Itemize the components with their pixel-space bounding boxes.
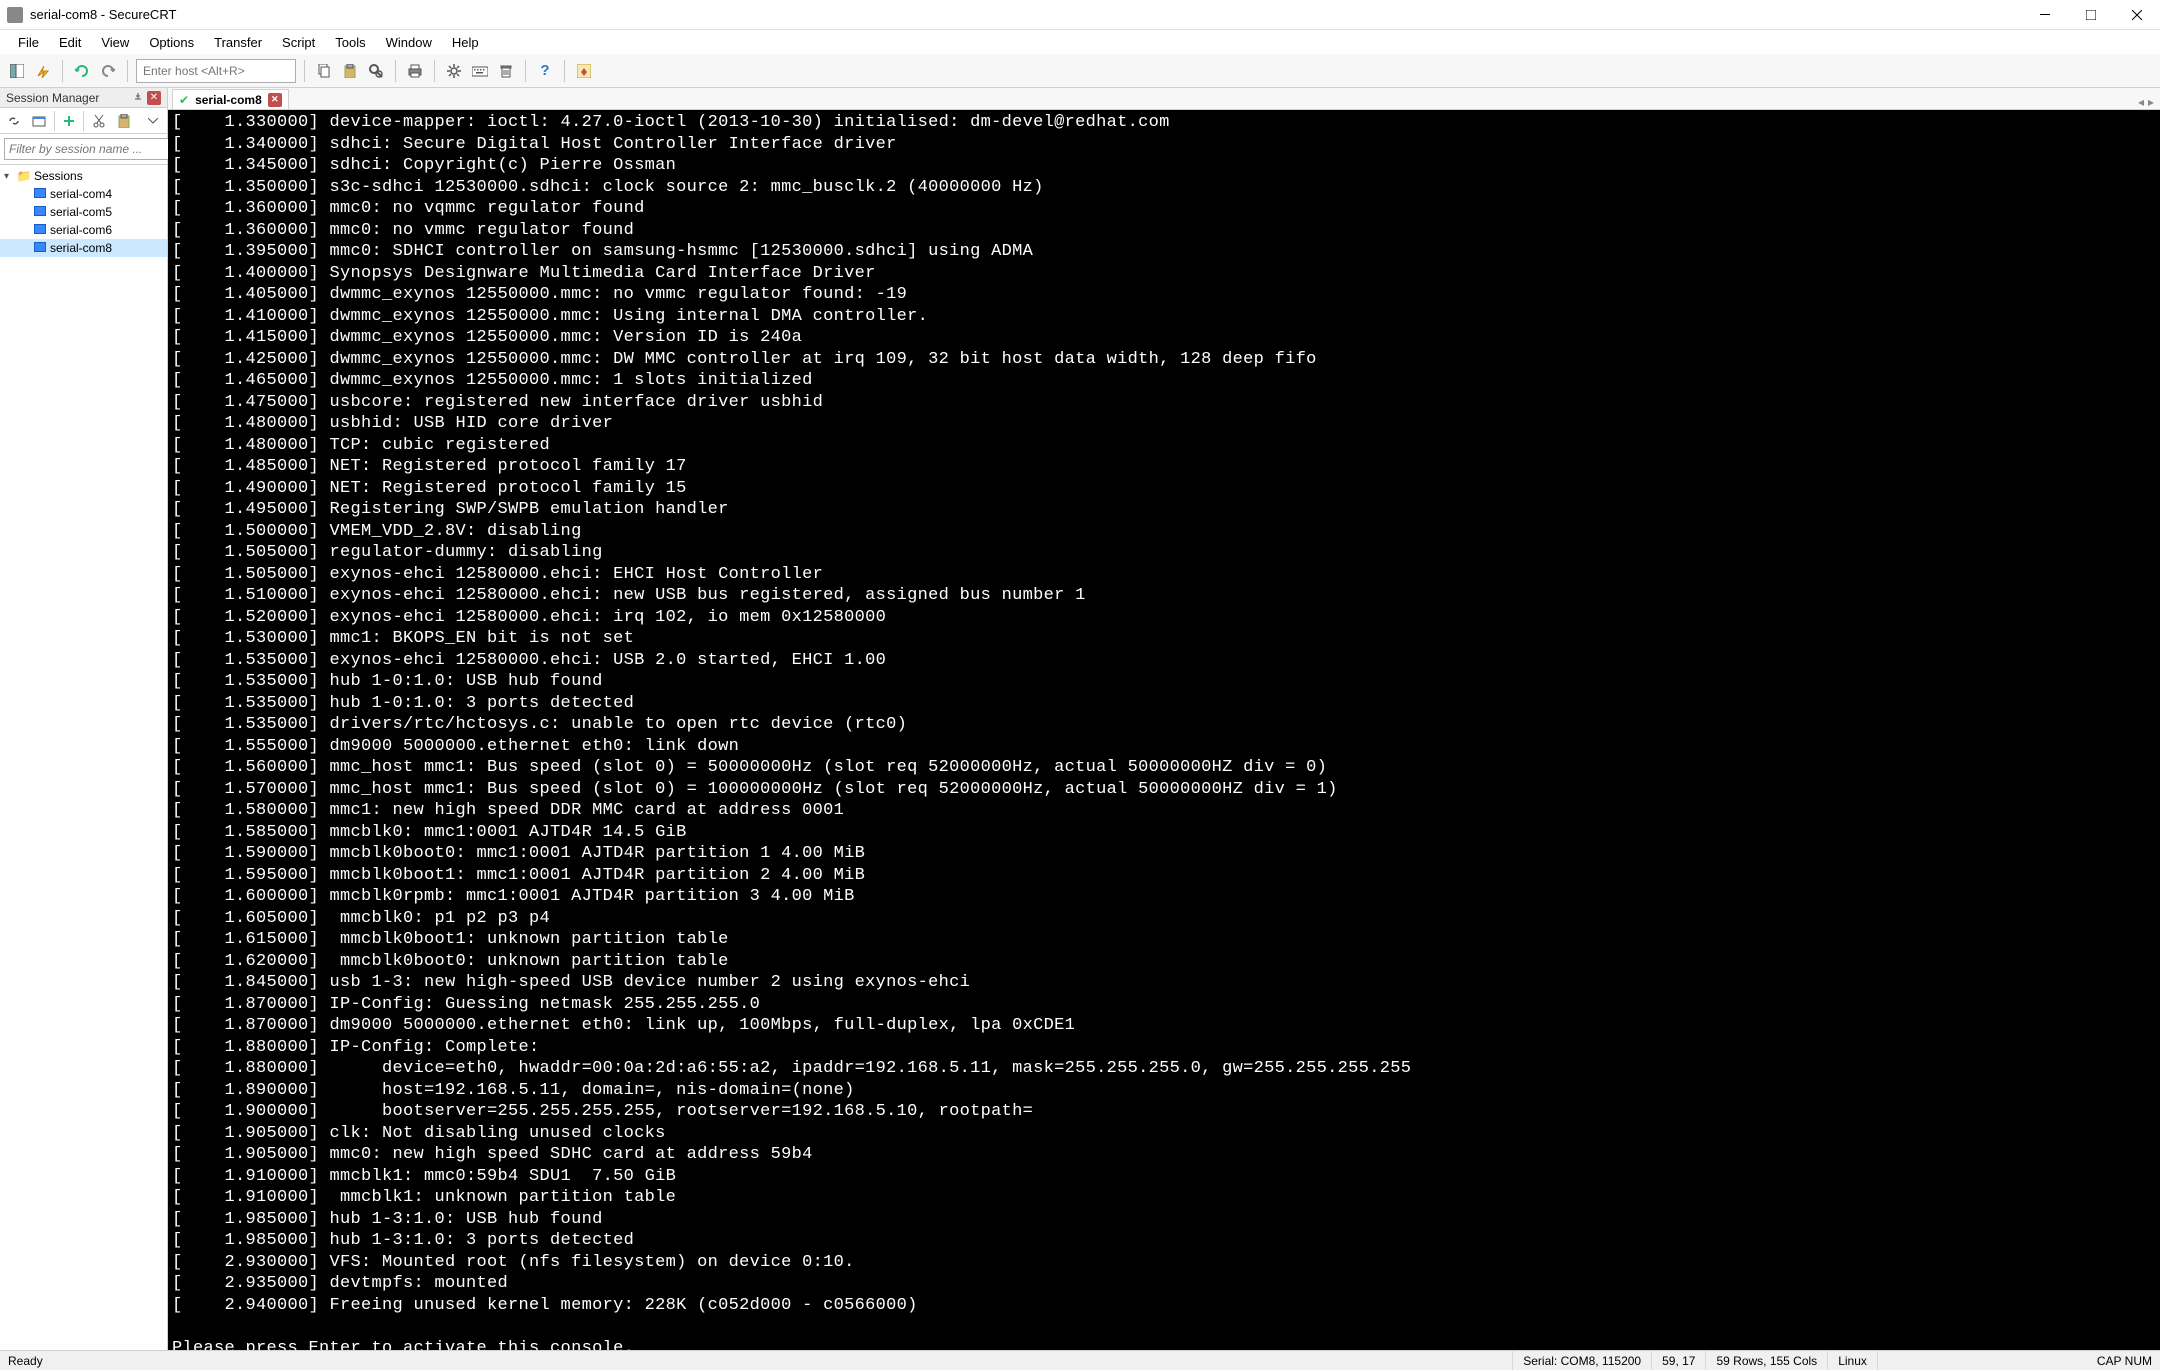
tab-strip: ✔ serial-com8 ✕ ◂ ▸ bbox=[168, 88, 2160, 110]
new-session-icon[interactable] bbox=[29, 110, 50, 132]
menu-bar: File Edit View Options Transfer Script T… bbox=[0, 30, 2160, 54]
pin-icon[interactable] bbox=[131, 91, 145, 105]
keyboard-icon[interactable] bbox=[469, 60, 491, 82]
maximize-button[interactable] bbox=[2068, 0, 2114, 30]
status-caps: CAP NUM bbox=[2097, 1354, 2152, 1368]
print-icon[interactable] bbox=[404, 60, 426, 82]
session-label: serial-com5 bbox=[48, 205, 112, 219]
session-item[interactable]: serial-com5 bbox=[0, 203, 167, 221]
menu-options[interactable]: Options bbox=[139, 32, 204, 53]
terminal-output[interactable]: [ 1.330000] device-mapper: ioctl: 4.27.0… bbox=[168, 110, 2160, 1350]
overflow-icon[interactable] bbox=[142, 110, 163, 132]
delete-icon[interactable] bbox=[495, 60, 517, 82]
copy-icon[interactable] bbox=[313, 60, 335, 82]
window-title: serial-com8 - SecureCRT bbox=[30, 7, 2022, 22]
tab-close-button[interactable]: ✕ bbox=[268, 93, 282, 107]
toolbar-separator bbox=[54, 111, 55, 131]
close-panel-icon[interactable]: ✕ bbox=[147, 91, 161, 105]
monitor-icon bbox=[32, 223, 48, 237]
tree-root-label: Sessions bbox=[32, 169, 83, 183]
tab-serial-com8[interactable]: ✔ serial-com8 ✕ bbox=[172, 89, 289, 109]
session-item[interactable]: serial-com4 bbox=[0, 185, 167, 203]
status-dimensions: 59 Rows, 155 Cols bbox=[1705, 1351, 1827, 1370]
session-item[interactable]: serial-com6 bbox=[0, 221, 167, 239]
collapse-icon[interactable]: ▾ bbox=[4, 171, 16, 182]
tree-root-sessions[interactable]: ▾ 📁 Sessions bbox=[0, 167, 167, 185]
toolbar-separator bbox=[83, 111, 84, 131]
disconnect-icon[interactable] bbox=[97, 60, 119, 82]
menu-script[interactable]: Script bbox=[272, 32, 325, 53]
toolbar-separator bbox=[62, 60, 63, 82]
tab-scroll-left-icon[interactable]: ◂ bbox=[2138, 95, 2144, 109]
terminal-area: ✔ serial-com8 ✕ ◂ ▸ [ 1.330000] device-m… bbox=[168, 88, 2160, 1350]
settings-icon[interactable] bbox=[443, 60, 465, 82]
toolbar-separator bbox=[127, 60, 128, 82]
toolbar-separator bbox=[564, 60, 565, 82]
session-label: serial-com8 bbox=[48, 241, 112, 255]
status-terminal-type: Linux bbox=[1827, 1351, 1877, 1370]
tab-label: serial-com8 bbox=[195, 93, 262, 107]
menu-help[interactable]: Help bbox=[442, 32, 489, 53]
find-icon[interactable] bbox=[365, 60, 387, 82]
connected-indicator-icon: ✔ bbox=[179, 93, 189, 107]
minimize-button[interactable] bbox=[2022, 0, 2068, 30]
monitor-icon bbox=[32, 241, 48, 255]
reconnect-icon[interactable] bbox=[71, 60, 93, 82]
cut-icon[interactable] bbox=[88, 110, 109, 132]
help-icon[interactable]: ? bbox=[534, 60, 556, 82]
close-button[interactable] bbox=[2114, 0, 2160, 30]
session-label: serial-com4 bbox=[48, 187, 112, 201]
session-manager-header: Session Manager ✕ bbox=[0, 88, 167, 108]
toolbar-separator bbox=[434, 60, 435, 82]
toolbar-separator bbox=[395, 60, 396, 82]
session-item[interactable]: serial-com8 bbox=[0, 239, 167, 257]
session-tree[interactable]: ▾ 📁 Sessions serial-com4 serial-com5 ser… bbox=[0, 165, 167, 1350]
menu-tools[interactable]: Tools bbox=[325, 32, 375, 53]
monitor-icon bbox=[32, 205, 48, 219]
host-input[interactable] bbox=[136, 59, 296, 83]
status-serial: Serial: COM8, 115200 bbox=[1512, 1351, 1651, 1370]
monitor-icon bbox=[32, 187, 48, 201]
app-icon bbox=[7, 7, 23, 23]
session-manager-toggle-icon[interactable] bbox=[6, 60, 28, 82]
session-toolbar bbox=[0, 108, 167, 134]
quick-connect-icon[interactable] bbox=[32, 60, 54, 82]
menu-view[interactable]: View bbox=[91, 32, 139, 53]
session-filter-input[interactable] bbox=[4, 138, 171, 160]
menu-edit[interactable]: Edit bbox=[49, 32, 91, 53]
activate-icon[interactable] bbox=[573, 60, 595, 82]
paste-icon[interactable] bbox=[339, 60, 361, 82]
tab-scroll-right-icon[interactable]: ▸ bbox=[2148, 95, 2154, 109]
paste-icon[interactable] bbox=[113, 110, 134, 132]
session-manager-title: Session Manager bbox=[6, 91, 99, 105]
link-icon[interactable] bbox=[4, 110, 25, 132]
main-toolbar: ? bbox=[0, 54, 2160, 88]
add-icon[interactable] bbox=[59, 110, 80, 132]
status-bar: Ready Serial: COM8, 115200 59, 17 59 Row… bbox=[0, 1350, 2160, 1370]
toolbar-separator bbox=[304, 60, 305, 82]
menu-window[interactable]: Window bbox=[376, 32, 442, 53]
status-ready: Ready bbox=[8, 1354, 1512, 1368]
status-cursor-pos: 59, 17 bbox=[1651, 1351, 1705, 1370]
session-manager-panel: Session Manager ✕ ▾ 📁 Sessions bbox=[0, 88, 168, 1350]
title-bar: serial-com8 - SecureCRT bbox=[0, 0, 2160, 30]
menu-transfer[interactable]: Transfer bbox=[204, 32, 272, 53]
toolbar-separator bbox=[525, 60, 526, 82]
folder-icon: 📁 bbox=[16, 169, 32, 183]
session-label: serial-com6 bbox=[48, 223, 112, 237]
menu-file[interactable]: File bbox=[8, 32, 49, 53]
